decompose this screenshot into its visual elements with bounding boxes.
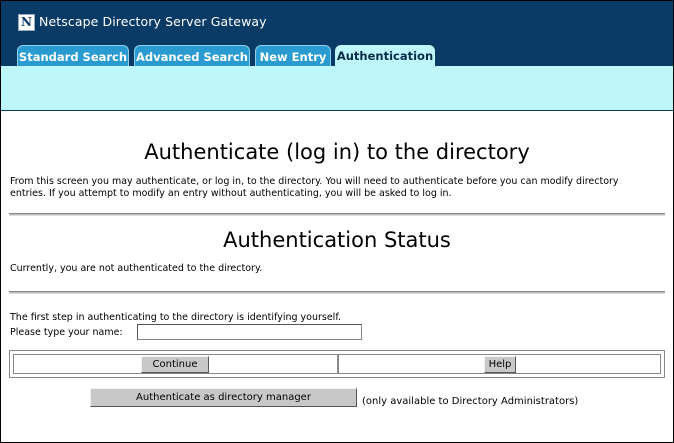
tab-standard-search[interactable]: Standard Search bbox=[17, 45, 129, 67]
help-button[interactable]: Help bbox=[484, 356, 516, 373]
button-table bbox=[9, 350, 665, 378]
step-text: The first step in authenticating to the … bbox=[10, 312, 341, 323]
netscape-logo-icon: N bbox=[18, 14, 35, 31]
section-divider bbox=[9, 213, 665, 216]
status-heading: Authentication Status bbox=[223, 228, 451, 252]
authenticate-manager-button[interactable]: Authenticate as directory manager bbox=[90, 388, 357, 407]
tab-content-strip bbox=[1, 66, 673, 110]
app-header: N Netscape Directory Server Gateway Stan… bbox=[1, 1, 673, 67]
name-label: Please type your name: bbox=[10, 327, 123, 338]
tab-new-entry[interactable]: New Entry bbox=[255, 45, 331, 67]
name-input[interactable] bbox=[137, 324, 362, 340]
intro-text: From this screen you may authenticate, o… bbox=[10, 176, 619, 199]
header-divider bbox=[1, 110, 673, 111]
tab-authentication[interactable]: Authentication bbox=[335, 45, 435, 67]
app-title: Netscape Directory Server Gateway bbox=[39, 14, 267, 29]
section-divider bbox=[9, 291, 665, 294]
page-title: Authenticate (log in) to the directory bbox=[144, 140, 530, 164]
tab-advanced-search[interactable]: Advanced Search bbox=[134, 45, 250, 67]
status-text: Currently, you are not authenticated to … bbox=[10, 263, 263, 274]
manager-note: (only available to Directory Administrat… bbox=[362, 396, 579, 407]
continue-button[interactable]: Continue bbox=[141, 356, 209, 373]
